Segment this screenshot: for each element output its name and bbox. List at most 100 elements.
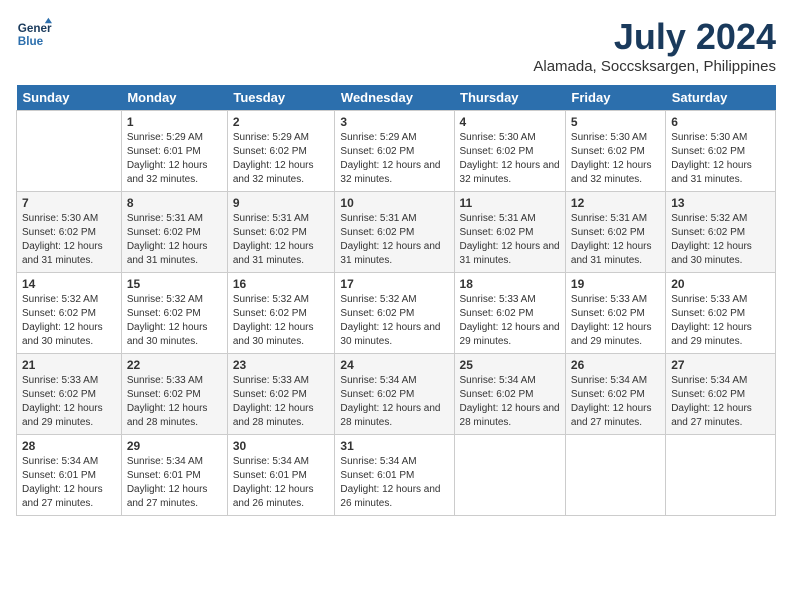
- sunset: Sunset: 6:02 PM: [233, 308, 307, 319]
- daylight: Daylight: 12 hours and 32 minutes.: [571, 160, 652, 185]
- svg-text:General: General: [18, 22, 52, 35]
- sunrise: Sunrise: 5:31 AM: [571, 213, 647, 224]
- sunrise: Sunrise: 5:31 AM: [127, 213, 203, 224]
- week-row-1: 1 Sunrise: 5:29 AM Sunset: 6:01 PM Dayli…: [17, 111, 776, 192]
- logo: General Blue: [16, 16, 52, 52]
- sunset: Sunset: 6:02 PM: [340, 146, 414, 157]
- day-info: Sunrise: 5:30 AM Sunset: 6:02 PM Dayligh…: [671, 131, 770, 187]
- day-info: Sunrise: 5:34 AM Sunset: 6:01 PM Dayligh…: [233, 455, 330, 511]
- day-cell: 16 Sunrise: 5:32 AM Sunset: 6:02 PM Dayl…: [227, 273, 335, 354]
- sunrise: Sunrise: 5:34 AM: [671, 375, 747, 386]
- sunrise: Sunrise: 5:30 AM: [671, 132, 747, 143]
- day-info: Sunrise: 5:34 AM Sunset: 6:01 PM Dayligh…: [22, 455, 116, 511]
- sunset: Sunset: 6:02 PM: [671, 227, 745, 238]
- sunrise: Sunrise: 5:34 AM: [127, 456, 203, 467]
- sunset: Sunset: 6:02 PM: [460, 227, 534, 238]
- day-cell: 15 Sunrise: 5:32 AM Sunset: 6:02 PM Dayl…: [121, 273, 227, 354]
- sunset: Sunset: 6:01 PM: [340, 470, 414, 481]
- day-header-monday: Monday: [121, 85, 227, 111]
- day-info: Sunrise: 5:32 AM Sunset: 6:02 PM Dayligh…: [671, 212, 770, 268]
- day-header-sunday: Sunday: [17, 85, 122, 111]
- svg-text:Blue: Blue: [18, 35, 44, 48]
- header: General Blue July 2024 Alamada, Soccsksa…: [16, 16, 776, 75]
- sunrise: Sunrise: 5:33 AM: [571, 294, 647, 305]
- sunrise: Sunrise: 5:31 AM: [233, 213, 309, 224]
- sunrise: Sunrise: 5:32 AM: [127, 294, 203, 305]
- header-row: SundayMondayTuesdayWednesdayThursdayFrid…: [17, 85, 776, 111]
- subtitle: Alamada, Soccsksargen, Philippines: [533, 58, 776, 75]
- sunrise: Sunrise: 5:34 AM: [340, 375, 416, 386]
- day-cell: 7 Sunrise: 5:30 AM Sunset: 6:02 PM Dayli…: [17, 192, 122, 273]
- day-cell: 31 Sunrise: 5:34 AM Sunset: 6:01 PM Dayl…: [335, 435, 454, 516]
- sunrise: Sunrise: 5:32 AM: [22, 294, 98, 305]
- day-header-wednesday: Wednesday: [335, 85, 454, 111]
- sunrise: Sunrise: 5:33 AM: [671, 294, 747, 305]
- daylight: Daylight: 12 hours and 30 minutes.: [671, 241, 752, 266]
- day-info: Sunrise: 5:34 AM Sunset: 6:02 PM Dayligh…: [460, 374, 560, 430]
- day-header-saturday: Saturday: [666, 85, 776, 111]
- sunset: Sunset: 6:02 PM: [22, 389, 96, 400]
- day-number: 27: [671, 358, 770, 372]
- day-info: Sunrise: 5:32 AM Sunset: 6:02 PM Dayligh…: [22, 293, 116, 349]
- daylight: Daylight: 12 hours and 31 minutes.: [233, 241, 314, 266]
- day-info: Sunrise: 5:33 AM Sunset: 6:02 PM Dayligh…: [671, 293, 770, 349]
- day-number: 29: [127, 439, 222, 453]
- day-cell: 28 Sunrise: 5:34 AM Sunset: 6:01 PM Dayl…: [17, 435, 122, 516]
- daylight: Daylight: 12 hours and 31 minutes.: [127, 241, 208, 266]
- day-number: 9: [233, 196, 330, 210]
- week-row-3: 14 Sunrise: 5:32 AM Sunset: 6:02 PM Dayl…: [17, 273, 776, 354]
- day-number: 3: [340, 115, 448, 129]
- day-cell: 13 Sunrise: 5:32 AM Sunset: 6:02 PM Dayl…: [666, 192, 776, 273]
- daylight: Daylight: 12 hours and 32 minutes.: [460, 160, 560, 185]
- sunset: Sunset: 6:01 PM: [233, 470, 307, 481]
- sunset: Sunset: 6:02 PM: [571, 146, 645, 157]
- day-cell: 21 Sunrise: 5:33 AM Sunset: 6:02 PM Dayl…: [17, 354, 122, 435]
- sunrise: Sunrise: 5:32 AM: [233, 294, 309, 305]
- week-row-5: 28 Sunrise: 5:34 AM Sunset: 6:01 PM Dayl…: [17, 435, 776, 516]
- day-info: Sunrise: 5:29 AM Sunset: 6:02 PM Dayligh…: [340, 131, 448, 187]
- sunrise: Sunrise: 5:31 AM: [340, 213, 416, 224]
- sunrise: Sunrise: 5:32 AM: [671, 213, 747, 224]
- daylight: Daylight: 12 hours and 32 minutes.: [127, 160, 208, 185]
- day-cell: 18 Sunrise: 5:33 AM Sunset: 6:02 PM Dayl…: [454, 273, 565, 354]
- day-number: 17: [340, 277, 448, 291]
- day-number: 11: [460, 196, 560, 210]
- sunrise: Sunrise: 5:34 AM: [340, 456, 416, 467]
- day-cell: 22 Sunrise: 5:33 AM Sunset: 6:02 PM Dayl…: [121, 354, 227, 435]
- day-cell: 26 Sunrise: 5:34 AM Sunset: 6:02 PM Dayl…: [565, 354, 665, 435]
- day-info: Sunrise: 5:30 AM Sunset: 6:02 PM Dayligh…: [22, 212, 116, 268]
- daylight: Daylight: 12 hours and 31 minutes.: [22, 241, 103, 266]
- day-info: Sunrise: 5:31 AM Sunset: 6:02 PM Dayligh…: [460, 212, 560, 268]
- daylight: Daylight: 12 hours and 31 minutes.: [671, 160, 752, 185]
- sunset: Sunset: 6:02 PM: [127, 308, 201, 319]
- day-number: 20: [671, 277, 770, 291]
- sunset: Sunset: 6:02 PM: [671, 389, 745, 400]
- day-number: 26: [571, 358, 660, 372]
- day-cell: [666, 435, 776, 516]
- sunset: Sunset: 6:01 PM: [22, 470, 96, 481]
- daylight: Daylight: 12 hours and 27 minutes.: [671, 403, 752, 428]
- day-cell: 10 Sunrise: 5:31 AM Sunset: 6:02 PM Dayl…: [335, 192, 454, 273]
- day-cell: [454, 435, 565, 516]
- sunrise: Sunrise: 5:33 AM: [460, 294, 536, 305]
- daylight: Daylight: 12 hours and 28 minutes.: [233, 403, 314, 428]
- day-number: 4: [460, 115, 560, 129]
- day-cell: 11 Sunrise: 5:31 AM Sunset: 6:02 PM Dayl…: [454, 192, 565, 273]
- daylight: Daylight: 12 hours and 30 minutes.: [340, 322, 440, 347]
- day-number: 23: [233, 358, 330, 372]
- day-info: Sunrise: 5:29 AM Sunset: 6:02 PM Dayligh…: [233, 131, 330, 187]
- week-row-2: 7 Sunrise: 5:30 AM Sunset: 6:02 PM Dayli…: [17, 192, 776, 273]
- daylight: Daylight: 12 hours and 31 minutes.: [571, 241, 652, 266]
- daylight: Daylight: 12 hours and 28 minutes.: [127, 403, 208, 428]
- day-number: 15: [127, 277, 222, 291]
- sunset: Sunset: 6:02 PM: [340, 389, 414, 400]
- day-cell: 27 Sunrise: 5:34 AM Sunset: 6:02 PM Dayl…: [666, 354, 776, 435]
- day-info: Sunrise: 5:33 AM Sunset: 6:02 PM Dayligh…: [571, 293, 660, 349]
- daylight: Daylight: 12 hours and 29 minutes.: [22, 403, 103, 428]
- sunrise: Sunrise: 5:34 AM: [460, 375, 536, 386]
- day-info: Sunrise: 5:31 AM Sunset: 6:02 PM Dayligh…: [571, 212, 660, 268]
- sunset: Sunset: 6:02 PM: [233, 227, 307, 238]
- day-cell: 30 Sunrise: 5:34 AM Sunset: 6:01 PM Dayl…: [227, 435, 335, 516]
- day-cell: 5 Sunrise: 5:30 AM Sunset: 6:02 PM Dayli…: [565, 111, 665, 192]
- daylight: Daylight: 12 hours and 29 minutes.: [460, 322, 560, 347]
